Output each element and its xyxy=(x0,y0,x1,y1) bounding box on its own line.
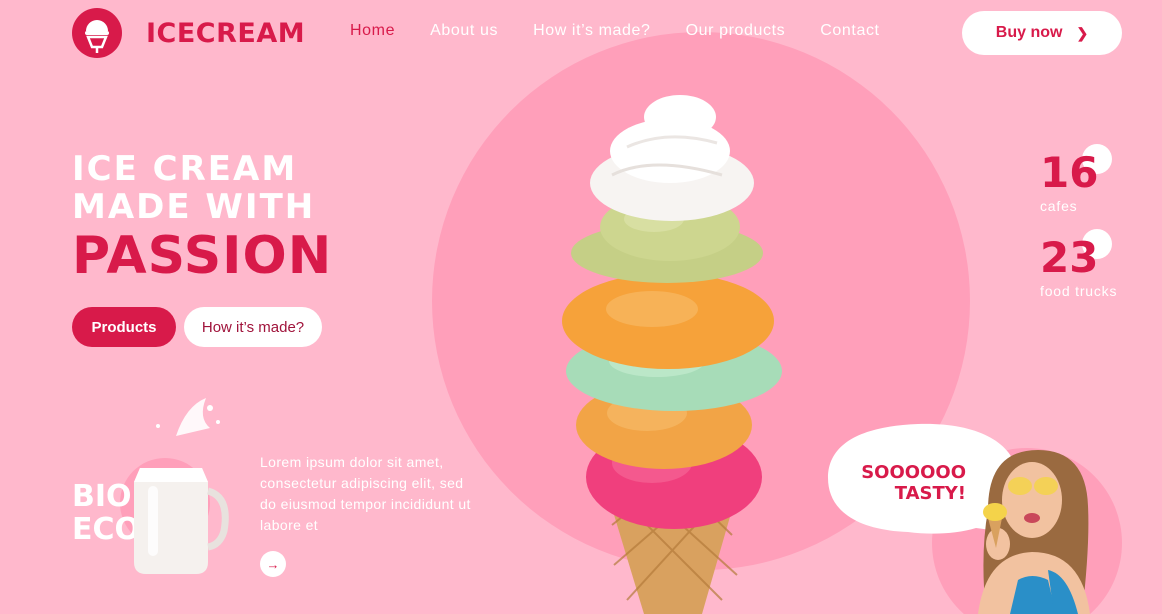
feature-description: Lorem ipsum dolor sit amet, consectetur … xyxy=(260,454,471,533)
headline-line-2: MADE WITH xyxy=(72,187,316,227)
products-button[interactable]: Products xyxy=(72,307,176,347)
main-nav: Home About us How it’s made? Our product… xyxy=(350,22,915,40)
stat-value: 16 xyxy=(1040,148,1099,197)
landing-page: ICECREAM Home About us How it’s made? Ou… xyxy=(0,0,1162,614)
milk-jug-image xyxy=(134,398,229,574)
headline-line-3: PASSION xyxy=(72,226,333,286)
arrow-right-icon: → xyxy=(266,556,280,572)
how-its-made-button[interactable]: How it’s made? xyxy=(184,307,322,347)
ice-cream-cone-icon xyxy=(72,8,122,58)
nav-about-us[interactable]: About us xyxy=(430,22,498,40)
stat-label: cafes xyxy=(1040,198,1078,214)
stat-label: food trucks xyxy=(1040,283,1118,299)
stat-cafes: 16 cafes xyxy=(1040,144,1112,214)
buy-now-label: Buy now xyxy=(995,24,1063,41)
headline-line-1: ICE CREAM xyxy=(72,149,298,189)
ice-cream-cone-image xyxy=(562,95,782,614)
brand-logo[interactable]: ICECREAM xyxy=(72,8,305,58)
hero-headline: ICE CREAM MADE WITH PASSION xyxy=(72,150,332,284)
woman-eating-ice-cream-image xyxy=(978,450,1090,614)
chevron-right-icon: ❯ xyxy=(1076,24,1089,41)
nav-how-its-made[interactable]: How it’s made? xyxy=(533,22,651,40)
arrow-right-button[interactable]: → xyxy=(260,551,286,577)
stat-food-trucks: 23 food trucks xyxy=(1040,229,1118,299)
buy-now-button[interactable]: Buy now ❯ xyxy=(962,11,1122,55)
brand-name: ICECREAM xyxy=(146,17,306,49)
nav-contact[interactable]: Contact xyxy=(820,22,879,40)
nav-home[interactable]: Home xyxy=(350,22,395,40)
stat-value: 23 xyxy=(1040,233,1099,282)
nav-our-products[interactable]: Our products xyxy=(686,22,786,40)
